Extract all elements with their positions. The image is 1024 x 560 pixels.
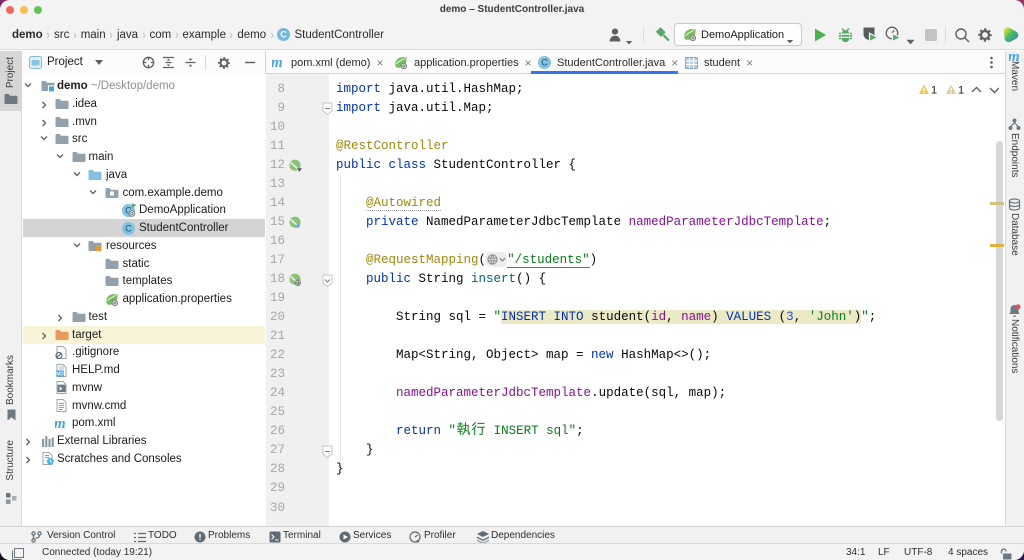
svg-text:m: m [55,418,66,429]
svg-text:m: m [272,57,283,68]
svg-text:MD: MD [56,371,64,377]
svg-text:C: C [125,223,132,233]
svg-text:C: C [541,58,548,68]
svg-text:1: 1 [958,85,964,97]
svg-text:1: 1 [931,85,937,97]
svg-text:C: C [281,30,288,40]
